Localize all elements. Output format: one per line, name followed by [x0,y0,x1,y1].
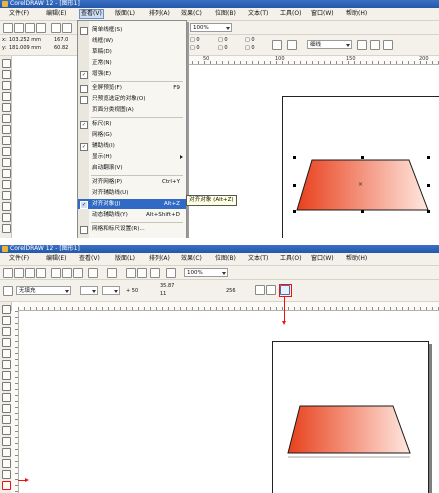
menu-item-page-sorter-view[interactable]: 页面分类视图(A) [78,105,186,115]
menu-item-snap-to-objects[interactable]: ✓ 对齐对象(J) Alt+Z [78,199,186,209]
menu-item-normal[interactable]: 正常(N) [78,58,186,68]
selection-handle[interactable] [293,156,296,159]
checked-icon: ✓ [80,121,88,129]
checked-icon: ✓ [80,143,88,151]
menu-item-label: 草稿(D) [92,49,112,55]
menu-item-label: 对齐辅助线(U) [92,190,129,196]
submenu-arrow-icon [180,155,183,159]
selection-handle[interactable] [427,184,430,187]
selection-handle[interactable] [361,156,364,159]
menu-item-wireframe[interactable]: 线框(W) [78,36,186,46]
screenshot-view-menu: CorelDRAW 12 - [图形1] 文件(F) 编辑(E) 查看(V) 版… [0,0,439,238]
menu-item-snap-to-grid[interactable]: 对齐网格(P) Ctrl+Y [78,177,186,187]
snap-button-highlight [279,284,292,297]
menu-item-snap-to-guidelines[interactable]: 对齐辅助线(U) [78,188,186,198]
shape-layer-2 [287,405,411,458]
menu-item-label: 增强(E) [92,71,112,77]
menu-item-shortcut: Ctrl+Y [161,179,180,185]
menu-item-label: 对齐对象(J) [92,201,121,207]
trapezoid-shape[interactable] [287,405,411,454]
menu-item-shortcut: F9 [173,85,180,91]
menu-item-label: 网格和标尺设置(R)... [92,226,145,232]
menu-item-dynamic-guides[interactable]: 动态辅助线(Y) Alt+Shift+D [78,210,186,220]
selection-handle[interactable] [427,156,430,159]
menu-item-rulers[interactable]: ✓ 标尺(R) [78,119,186,129]
simple-wireframe-icon [80,27,88,35]
menu-item-preview-selected[interactable]: 只预览选定的对象(O) [78,94,186,104]
menu-item-shortcut: Alt+Shift+D [146,212,180,218]
menu-item-label: 只预览选定的对象(O) [92,96,146,102]
menu-separator [91,175,183,176]
menu-item-label: 全屏预览(F) [92,85,122,91]
menu-item-fullscreen-preview[interactable]: 全屏预览(F) F9 [78,83,186,93]
menu-item-label: 页面分类视图(A) [92,107,134,113]
view-menu-dropdown: 简单线框(S) 线框(W) 草稿(D) 正常(N) ✓ 增强(E) 全屏预览(F)… [77,20,187,238]
center-marker-icon: × [358,181,364,188]
fullscreen-preview-icon [80,85,88,93]
snap-to-objects-tooltip: 对齐对象 (Alt+Z) [186,195,237,206]
menu-item-label: 动态辅助线(Y) [92,212,128,218]
menu-item-label: 简单线框(S) [92,27,123,33]
menu-item-guidelines[interactable]: ✓ 辅助线(I) [78,141,186,151]
menu-item-simple-wireframe[interactable]: 简单线框(S) [78,25,186,35]
menu-item-label: 启动翻滚(V) [92,165,123,171]
checked-icon: ✓ [80,201,88,209]
menu-item-label: 显示(H) [92,154,112,160]
selection-handle[interactable] [427,210,430,213]
selection-handle[interactable] [293,184,296,187]
menu-item-grid[interactable]: 网格(G) [78,130,186,140]
selection-handle[interactable] [361,210,364,213]
menu-item-shortcut: Alt+Z [163,201,180,207]
menu-separator [91,222,183,223]
grid-ruler-setup-icon [80,226,88,234]
menu-item-enhanced[interactable]: ✓ 增强(E) [78,69,186,79]
annotation-arrow-down-icon [282,296,286,325]
menu-item-draft[interactable]: 草稿(D) [78,47,186,57]
menu-item-label: 正常(N) [92,60,112,66]
menu-item-enable-rollover[interactable]: 启动翻滚(V) [78,163,186,173]
menu-item-label: 网格(G) [92,132,112,138]
preview-selected-icon [80,96,88,104]
selection-handle[interactable] [293,210,296,213]
annotation-arrow-right-icon [18,478,29,482]
screenshot-snap-toolbar: CorelDRAW 12 - [图形1] 文件(F) 编辑(E) 查看(V) 版… [0,245,439,493]
menu-item-label: 标尺(R) [92,121,112,127]
checked-icon: ✓ [80,71,88,79]
menu-item-grid-ruler-setup[interactable]: 网格和标尺设置(R)... [78,224,186,234]
menu-item-label: 辅助线(I) [92,143,115,149]
menu-separator [91,117,183,118]
menu-item-label: 对齐网格(P) [92,179,123,185]
menu-item-label: 线框(W) [92,38,114,44]
menu-separator [91,81,183,82]
menu-item-show[interactable]: 显示(H) [78,152,186,162]
